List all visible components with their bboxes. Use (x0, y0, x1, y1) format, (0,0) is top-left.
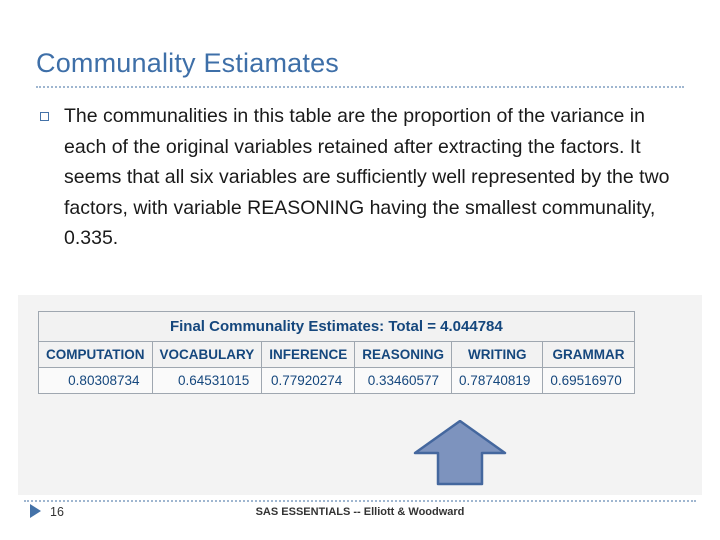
square-outline-bullet-icon (40, 112, 49, 121)
table-cell-value: 0.80308734 (38, 367, 153, 394)
column-header: VOCABULARY (151, 341, 263, 368)
page-title: Communality Estiamates (36, 48, 339, 78)
column-header: GRAMMAR (542, 341, 635, 368)
table-cell-value: 0.33460577 (354, 367, 453, 394)
table-row: COMPUTATION VOCABULARY INFERENCE REASONI… (38, 341, 635, 368)
footer-text: SAS ESSENTIALS -- Elliott & Woodward (255, 506, 465, 518)
footer-divider (24, 500, 696, 502)
column-header: COMPUTATION (38, 341, 153, 368)
table-caption: Final Communality Estimates: Total = 4.0… (38, 311, 635, 342)
column-header: INFERENCE (261, 341, 356, 368)
slide-canvas: Communality Estiamates The communalities… (0, 0, 720, 540)
table-cell-value: 0.64531015 (151, 367, 263, 394)
column-header: REASONING (354, 341, 453, 368)
table-row: Final Communality Estimates: Total = 4.0… (38, 311, 635, 342)
communality-estimates-table: Final Communality Estimates: Total = 4.0… (38, 311, 635, 394)
title-divider (36, 86, 684, 88)
bullet-block: The communalities in this table are the … (36, 101, 688, 254)
table-row: 0.80308734 0.64531015 0.77920274 0.33460… (38, 367, 635, 394)
bullet-text: The communalities in this table are the … (64, 105, 670, 249)
table-cell-value: 0.69516970 (542, 367, 635, 394)
table-cell-value: 0.77920274 (261, 367, 356, 394)
up-arrow-icon (413, 419, 507, 486)
column-header: WRITING (451, 341, 544, 368)
up-arrow-callout (412, 419, 508, 486)
table-cell-value: 0.78740819 (451, 367, 544, 394)
